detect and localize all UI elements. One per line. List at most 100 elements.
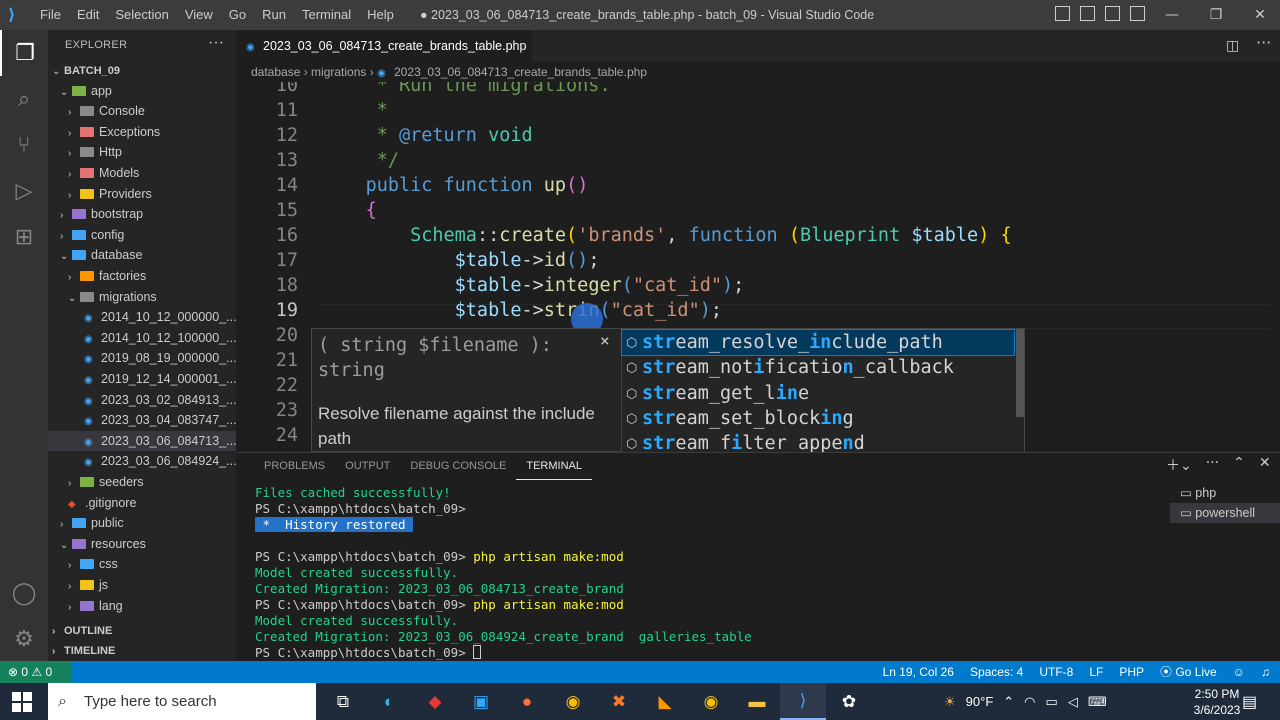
tab-debug-console[interactable]: DEBUG CONSOLE [400, 453, 516, 480]
indentation[interactable]: Spaces: 4 [970, 661, 1023, 683]
suggestion-item[interactable]: ⬡ stream_notification_callback [622, 355, 1014, 380]
sublime-icon[interactable]: ◣ [642, 683, 688, 720]
customize-layout-icon[interactable] [1130, 6, 1145, 21]
manage-gear-icon[interactable]: ⚙ [0, 616, 48, 662]
cursor-position[interactable]: Ln 19, Col 26 [883, 661, 954, 683]
tree-item[interactable]: ◉ 2023_03_06_084924_... [48, 451, 236, 472]
tree-item[interactable]: › public [48, 513, 236, 534]
close-panel-icon[interactable]: ✕ [1259, 455, 1271, 475]
breadcrumb-path[interactable]: database › migrations › [251, 65, 377, 79]
menu-terminal[interactable]: Terminal [294, 0, 359, 30]
account-status-icon[interactable]: ☺ [1233, 661, 1245, 683]
tree-item[interactable]: ◉ 2019_08_19_000000_... [48, 348, 236, 369]
task-view-icon[interactable]: ⧉ [320, 683, 366, 720]
toggle-panel-icon[interactable] [1080, 6, 1095, 21]
battery-icon[interactable]: ▭ [1046, 694, 1058, 710]
timeline-section[interactable]: › TIMELINE [48, 641, 236, 661]
app-icon[interactable]: ✿ [826, 683, 872, 720]
close-icon[interactable]: × [600, 331, 610, 350]
tree-item[interactable]: › config [48, 225, 236, 246]
more-actions-icon[interactable]: ··· [208, 34, 224, 52]
tree-item[interactable]: ◉ 2019_12_14_000001_... [48, 369, 236, 390]
vscode-taskbar-icon[interactable]: ⟩ [780, 683, 826, 720]
menu-run[interactable]: Run [254, 0, 294, 30]
encoding[interactable]: UTF-8 [1039, 661, 1073, 683]
tree-item[interactable]: › css [48, 554, 236, 575]
account-icon[interactable]: ◯ [0, 570, 48, 616]
new-terminal-icon[interactable]: ＋⌄ [1166, 455, 1192, 475]
source-control-icon[interactable]: ⑂ [0, 122, 48, 168]
toggle-secondary-sidebar-icon[interactable] [1105, 6, 1120, 21]
search-icon[interactable]: ⌕ [0, 76, 48, 122]
tab-output[interactable]: OUTPUT [335, 453, 400, 480]
toggle-sidebar-icon[interactable] [1055, 6, 1070, 21]
tree-item[interactable]: › Models [48, 163, 236, 184]
chrome-icon[interactable]: ◉ [550, 683, 596, 720]
notifications-icon[interactable]: ▤ [1242, 692, 1257, 712]
weather-icon[interactable]: ☀ [944, 694, 956, 710]
edge-icon[interactable]: ◐ [366, 683, 412, 720]
weather-temp[interactable]: 90°F [966, 694, 994, 709]
close-button[interactable]: ✕ [1238, 0, 1280, 30]
windows-start-icon[interactable] [12, 692, 32, 712]
menu-selection[interactable]: Selection [107, 0, 176, 30]
panel-more-icon[interactable]: ··· [1206, 455, 1219, 475]
tree-item[interactable]: › Console [48, 101, 236, 122]
suggestion-item[interactable]: ⬡ stream_get_line [622, 381, 1014, 406]
breadcrumb-file[interactable]: 2023_03_06_084713_create_brands_table.ph… [394, 65, 647, 79]
tree-item[interactable]: › js [48, 575, 236, 596]
extensions-icon[interactable]: ⊞ [0, 214, 48, 260]
go-live-button[interactable]: ⦿ Go Live [1160, 661, 1217, 683]
minimize-button[interactable]: — [1150, 0, 1194, 30]
language-mode[interactable]: PHP [1119, 661, 1144, 683]
firefox-icon[interactable]: ● [504, 683, 550, 720]
tree-item[interactable]: ◉ 2023_03_02_084913_... [48, 390, 236, 411]
file-explorer-icon[interactable]: ▬ [734, 683, 780, 720]
tray-chevron-icon[interactable]: ⌃ [1003, 694, 1014, 710]
network-icon[interactable]: ◠ [1024, 694, 1035, 710]
taskbar-search[interactable]: ⌕ Type here to search [48, 683, 316, 720]
menu-help[interactable]: Help [359, 0, 402, 30]
tab-problems[interactable]: PROBLEMS [254, 453, 335, 480]
editor-more-icon[interactable]: ··· [1256, 33, 1271, 52]
explorer-icon[interactable]: ❐ [0, 30, 48, 76]
suggest-scrollbar[interactable] [1016, 329, 1024, 417]
tree-item[interactable]: › factories [48, 266, 236, 287]
tree-item[interactable]: › Http [48, 142, 236, 163]
tree-item[interactable]: ◉ 2023_03_06_084713_... [48, 430, 236, 452]
terminal-php[interactable]: ▭ php [1170, 483, 1280, 503]
language-icon[interactable]: ⌨ [1088, 694, 1107, 710]
tree-item[interactable]: ⌄ migrations [48, 287, 236, 308]
problems-status[interactable]: ⊗ 0 ⚠ 0 [0, 661, 72, 683]
tree-item[interactable]: › seeders [48, 472, 236, 493]
run-debug-icon[interactable]: ▷ [0, 168, 48, 214]
menu-file[interactable]: File [32, 0, 69, 30]
tree-item[interactable]: › bootstrap [48, 204, 236, 225]
terminal-output[interactable]: Files cached successfully! PS C:\xampp\h… [255, 485, 1175, 661]
tree-item[interactable]: › Exceptions [48, 122, 236, 143]
tree-item[interactable]: ⌄ resources [48, 534, 236, 555]
tree-item[interactable]: ◉ 2023_03_04_083747_... [48, 410, 236, 431]
terminal-powershell[interactable]: ▭ powershell [1170, 503, 1280, 523]
tree-item[interactable]: › lang [48, 596, 236, 617]
tree-item[interactable]: ◉ 2014_10_12_000000_... [48, 307, 236, 328]
tree-item[interactable]: ⌄ BATCH_09 [48, 60, 236, 81]
xampp-icon[interactable]: ✖ [596, 683, 642, 720]
menu-edit[interactable]: Edit [69, 0, 107, 30]
line-ending[interactable]: LF [1089, 661, 1103, 683]
suggestion-item[interactable]: ⬡ stream_set_blocking [622, 406, 1014, 431]
chrome-icon[interactable]: ◉ [688, 683, 734, 720]
outline-section[interactable]: › OUTLINE [48, 621, 236, 641]
tab-active-file[interactable]: ◉ 2023_03_06_084713_create_brands_table.p… [236, 30, 532, 84]
menu-go[interactable]: Go [221, 0, 254, 30]
clock[interactable]: 2:50 PM 3/6/2023 [1193, 686, 1241, 718]
app-icon[interactable]: ◆ [412, 683, 458, 720]
menu-view[interactable]: View [177, 0, 221, 30]
maximize-panel-icon[interactable]: ⌃ [1233, 455, 1245, 475]
tree-item[interactable]: › Providers [48, 184, 236, 205]
tab-terminal[interactable]: TERMINAL [516, 453, 592, 480]
tree-item[interactable]: ⌄ app [48, 81, 236, 102]
tree-item[interactable]: ⌄ database [48, 245, 236, 266]
split-editor-icon[interactable]: ◫ [1226, 38, 1239, 54]
tree-item[interactable]: ◆ .gitignore [48, 493, 236, 514]
